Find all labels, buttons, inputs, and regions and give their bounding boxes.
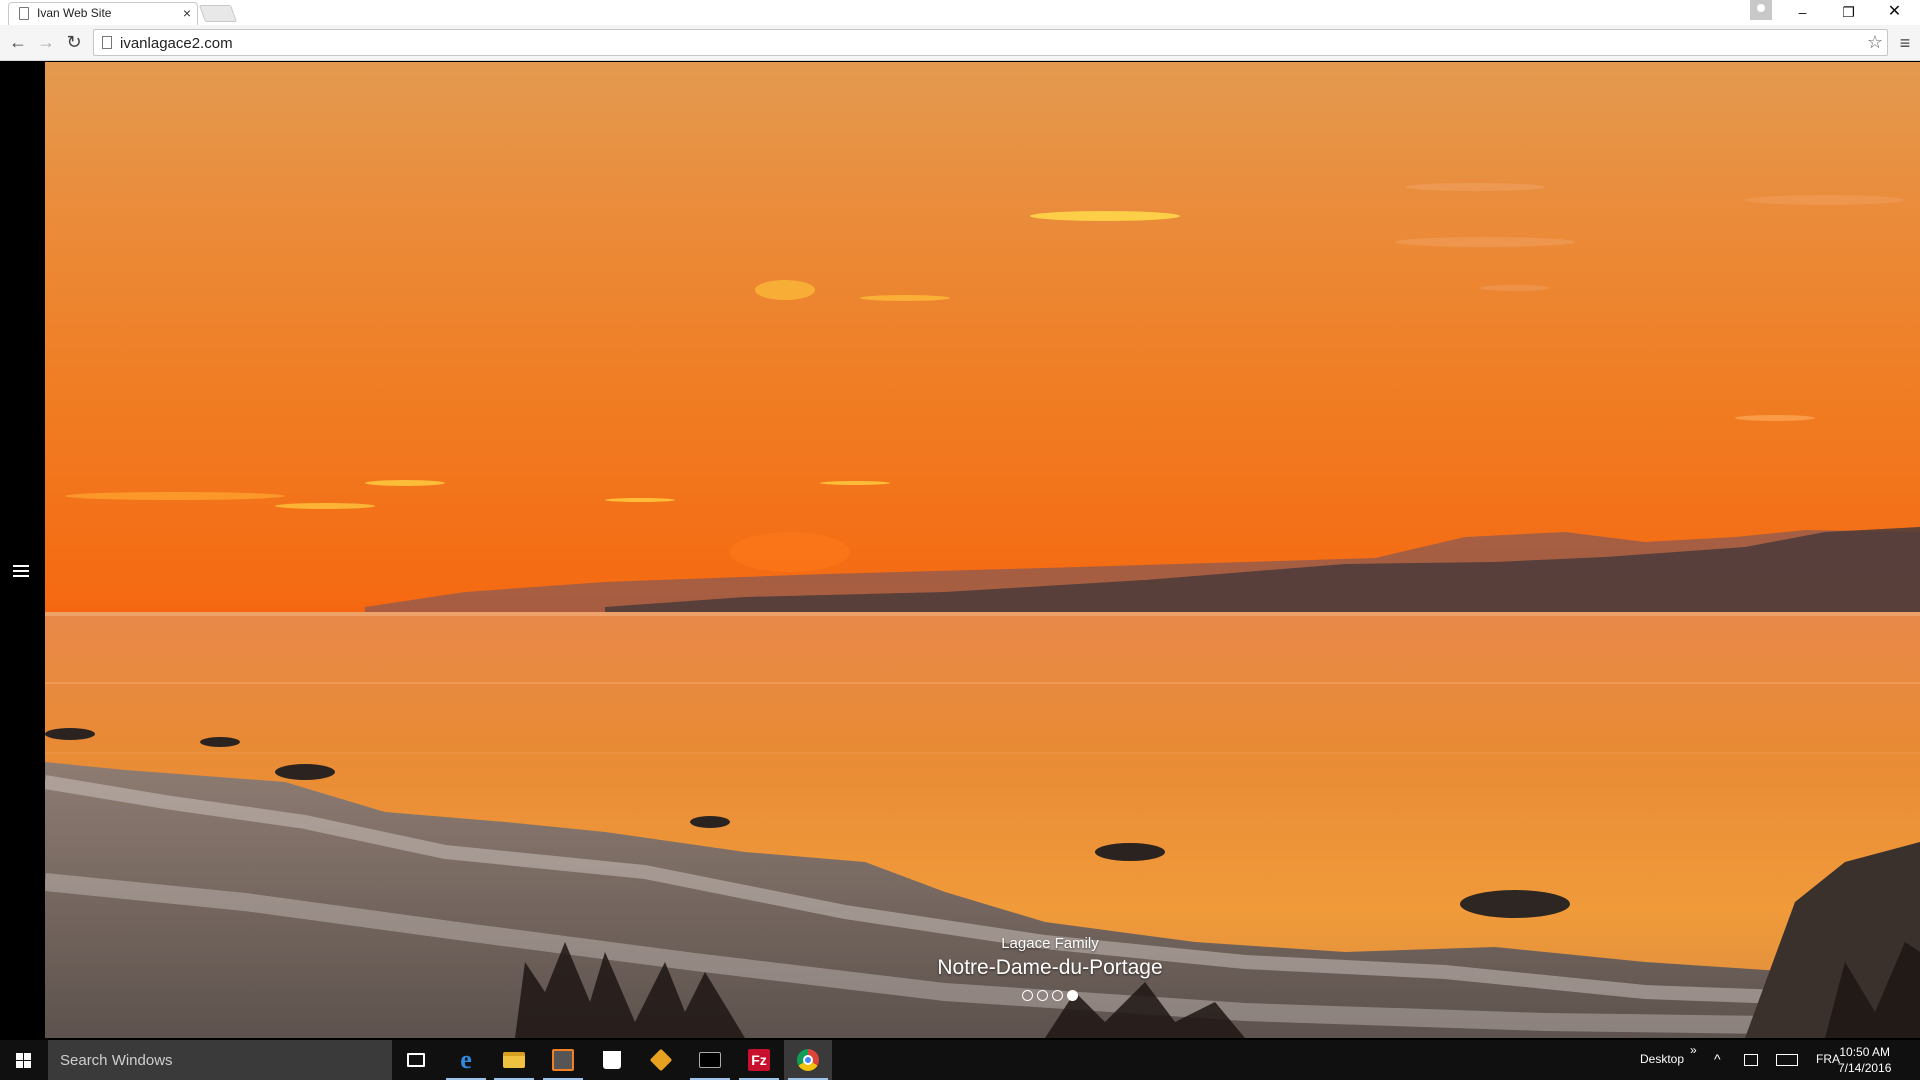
chrome-icon[interactable] (784, 1040, 832, 1080)
new-tab-button[interactable] (198, 5, 238, 22)
keyboard-icon[interactable] (1776, 1054, 1798, 1066)
close-window-button[interactable]: ✕ (1872, 0, 1917, 24)
page-icon (102, 36, 112, 49)
hero-slideshow-image (45, 62, 1920, 1038)
system-clock[interactable]: 10:50 AM 7/14/2016 (1838, 1044, 1891, 1076)
address-bar[interactable]: ivanlagace2.com ☆ (93, 29, 1888, 56)
back-arrow-icon[interactable]: ← (5, 29, 31, 55)
windows-logo-icon (16, 1053, 31, 1068)
edge-icon[interactable]: e (442, 1040, 490, 1080)
sunset-scene (45, 183, 1920, 1038)
browser-titlebar: Ivan Web Site × – ❐ ✕ (0, 0, 1920, 25)
page-favicon-icon (19, 7, 29, 20)
git-icon[interactable] (637, 1040, 685, 1080)
chrome-menu-icon[interactable]: ≡ (1893, 30, 1917, 56)
windows-taskbar: Search Windows e Fz Desktop » ^ FRA 10:5… (0, 1040, 1920, 1080)
browser-tab[interactable]: Ivan Web Site × (8, 2, 198, 25)
bookmark-star-icon[interactable]: ☆ (1867, 32, 1883, 53)
language-indicator[interactable]: FRA (1816, 1052, 1840, 1066)
clock-time: 10:50 AM (1839, 1045, 1891, 1059)
search-placeholder: Search Windows (60, 1052, 173, 1069)
start-button[interactable] (0, 1040, 48, 1080)
clock-date: 7/14/2016 (1838, 1061, 1892, 1075)
tray-overflow-icon[interactable]: ^ (1714, 1051, 1721, 1067)
sublime-text-icon[interactable] (539, 1040, 587, 1080)
desktop-chevron-icon[interactable]: » (1690, 1043, 1697, 1057)
store-icon[interactable] (588, 1040, 636, 1080)
profile-icon[interactable] (1750, 0, 1772, 20)
action-center-icon[interactable] (1744, 1054, 1758, 1066)
tab-close-icon[interactable]: × (183, 5, 191, 21)
browser-toolbar: ← → ↻ ivanlagace2.com ☆ ≡ (0, 25, 1920, 61)
desktop-toolbar-label[interactable]: Desktop (1640, 1052, 1684, 1066)
filezilla-icon[interactable]: Fz (735, 1040, 783, 1080)
reload-icon[interactable]: ↻ (61, 29, 87, 55)
site-sidebar (0, 62, 45, 1038)
hamburger-menu-icon[interactable] (13, 565, 29, 577)
taskbar-search-box[interactable]: Search Windows (48, 1040, 392, 1080)
terminal-icon[interactable] (686, 1040, 734, 1080)
url-text[interactable]: ivanlagace2.com (120, 35, 233, 52)
forward-arrow-icon[interactable]: → (33, 29, 59, 55)
file-explorer-icon[interactable] (490, 1040, 538, 1080)
minimize-button[interactable]: – (1780, 0, 1825, 24)
maximize-button[interactable]: ❐ (1826, 0, 1871, 24)
task-view-icon[interactable] (392, 1040, 440, 1080)
tab-title: Ivan Web Site (37, 6, 112, 20)
